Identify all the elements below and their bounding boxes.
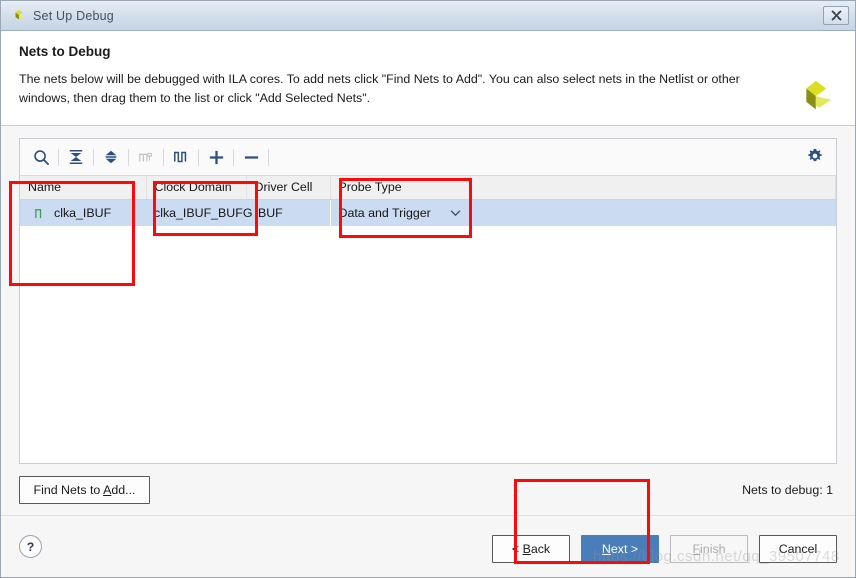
clock-waveform-icon [35,208,42,218]
dialog-footer: ? < Back Next > Finish Cancel [1,515,855,577]
xilinx-logo-icon [806,80,831,110]
toolbar-separator [93,148,94,166]
back-prefix: < [511,542,523,556]
help-button[interactable]: ? [19,535,42,558]
add-icon [209,150,223,164]
description-line-1: The nets below will be debugged with ILA… [19,72,740,86]
title-bar: Set Up Debug [1,1,855,31]
search-icon [33,149,49,165]
close-icon [830,10,842,21]
add-icon[interactable] [201,143,231,171]
page-description: The nets below will be debugged with ILA… [19,70,759,108]
nets-table: Name Clock Domain Driver Cell Probe Type [20,176,836,463]
collapse-all-icon [69,150,83,164]
toolbar-separator [268,148,269,166]
remove-icon [244,155,258,159]
help-icon: ? [26,539,35,554]
cell-filler [470,199,836,226]
back-button[interactable]: < Back [492,535,570,563]
window-title: Set Up Debug [33,8,114,23]
find-nets-to-add-button[interactable]: Find Nets to Add... [19,476,150,504]
clock-domain-icon [139,152,152,162]
set-up-debug-dialog: Set Up Debug Nets to Debug The nets belo… [0,0,856,578]
remove-icon[interactable] [236,143,266,171]
column-header-filler [470,176,836,200]
gear-icon[interactable] [806,147,826,167]
column-header-clock-domain[interactable]: Clock Domain [146,176,247,200]
description-line-2: windows, then drag them to the list or c… [19,91,371,105]
nets-to-debug-count: Nets to debug: 1 [742,483,833,497]
probe-type-value: Data and Trigger [338,206,431,220]
dialog-header: Nets to Debug The nets below will be deb… [1,31,855,126]
dialog-body: Name Clock Domain Driver Cell Probe Type [1,126,855,515]
column-header-probe-type[interactable]: Probe Type [330,176,471,200]
waveform-icon [174,151,187,163]
toolbar-separator [163,148,164,166]
toolbar-separator [233,148,234,166]
back-suffix: ack [530,542,551,556]
waveform-icon[interactable] [166,143,196,171]
nets-panel: Name Clock Domain Driver Cell Probe Type [19,138,837,464]
toolbar-separator [198,148,199,166]
back-accel: B [522,542,531,556]
find-nets-suffix: dd... [111,483,136,497]
cell-driver-cell[interactable]: IBUF [246,199,330,226]
nets-toolbar [20,139,836,176]
table-header-row: Name Clock Domain Driver Cell Probe Type [20,176,836,200]
expand-all-icon [105,150,117,164]
xilinx-logo-icon [15,9,24,19]
page-title: Nets to Debug [19,44,111,59]
expand-all-icon[interactable] [96,143,126,171]
find-nets-row: Find Nets to Add... Nets to debug: 1 [19,476,837,504]
clock-domain-icon [131,143,161,171]
collapse-all-icon[interactable] [61,143,91,171]
gear-icon [808,148,822,162]
search-icon[interactable] [26,143,56,171]
watermark: https://blog.csdn.net/qq_39507748 [593,548,840,565]
toolbar-separator [128,148,129,166]
column-header-name[interactable]: Name [20,176,147,200]
net-name-label: clka_IBUF [54,206,112,220]
table-row[interactable]: clka_IBUF clka_IBUF_BUFG IBUF Data and T… [20,199,836,226]
toolbar-separator [58,148,59,166]
cell-net-name[interactable]: clka_IBUF [20,200,146,226]
find-nets-prefix: Find Nets to [33,483,104,497]
probe-type-select[interactable]: Data and Trigger [330,199,470,226]
close-button[interactable] [823,6,849,25]
cell-clock-domain[interactable]: clka_IBUF_BUFG [146,199,252,226]
chevron-down-icon [450,210,460,217]
column-header-driver-cell[interactable]: Driver Cell [246,176,331,200]
